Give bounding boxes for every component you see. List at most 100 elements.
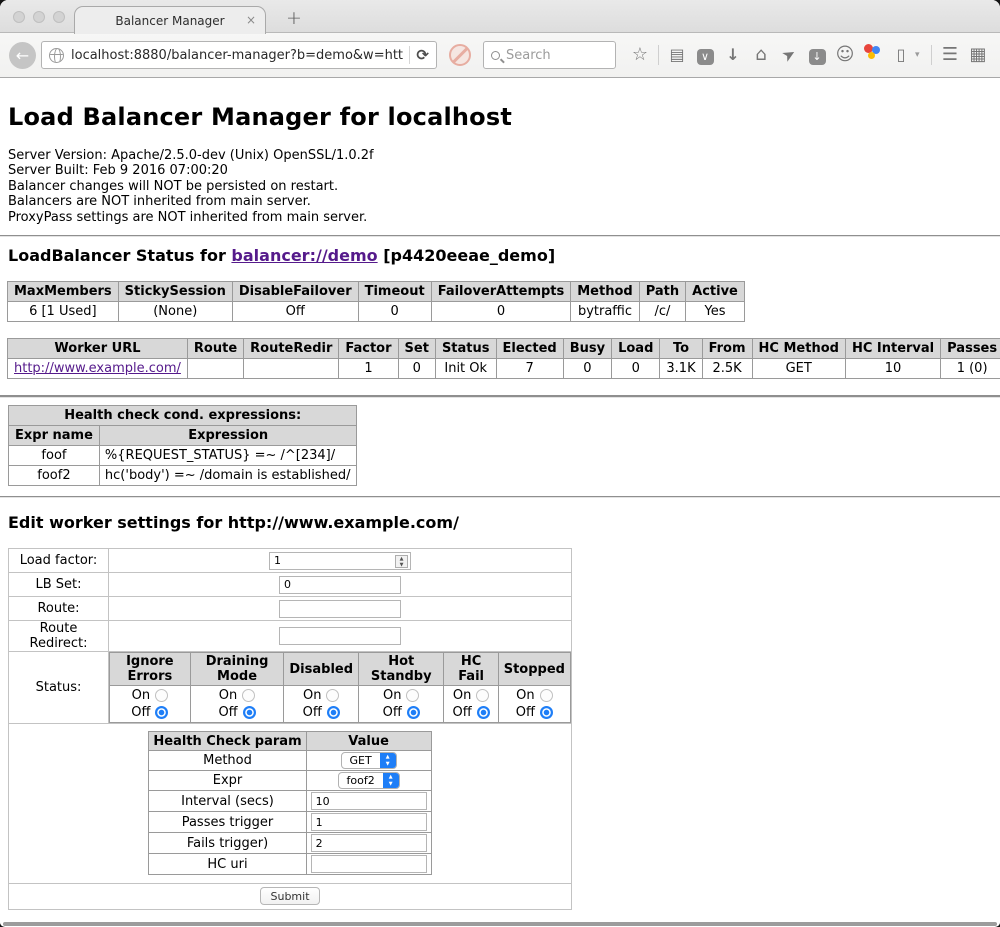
menu-hamburger-icon[interactable]: ☰ bbox=[936, 41, 964, 69]
draining-mode-radios: On Off bbox=[190, 686, 284, 723]
proxypass-notice-line: ProxyPass settings are NOT inherited fro… bbox=[8, 210, 992, 225]
expr-select[interactable]: foof2▲▼ bbox=[338, 772, 400, 789]
table-row: 6 [1 Used] (None) Off 0 0 bytraffic /c/ … bbox=[8, 302, 745, 322]
window-controls[interactable] bbox=[13, 11, 65, 23]
reload-icon[interactable]: ⟳ bbox=[416, 46, 429, 64]
hot-standby-on-radio[interactable] bbox=[406, 689, 419, 702]
method-label: Method bbox=[149, 751, 306, 771]
health-check-params-table: Health Check param Value Method GET▲▼ Ex… bbox=[148, 731, 431, 875]
select-stepper-icon: ▲▼ bbox=[383, 772, 399, 789]
health-check-params-row: Health Check param Value Method GET▲▼ Ex… bbox=[9, 724, 572, 884]
chevron-down-icon[interactable]: ▾ bbox=[915, 50, 927, 60]
downloads-icon[interactable]: ↓ bbox=[719, 41, 747, 69]
worker-table: Worker URL Route RouteRedir Factor Set S… bbox=[7, 338, 1000, 379]
ignore-errors-off-radio[interactable] bbox=[155, 706, 168, 719]
lb-set-input[interactable] bbox=[279, 576, 401, 594]
worker-url-link[interactable]: http://www.example.com/ bbox=[14, 361, 181, 376]
balancer-demo-link[interactable]: balancer://demo bbox=[231, 246, 377, 265]
disabled-on-radio[interactable] bbox=[326, 689, 339, 702]
expr-label: Expr bbox=[149, 771, 306, 791]
navigation-toolbar: ← localhost:8880/balancer-manager?b=demo… bbox=[0, 33, 1000, 78]
zoom-window-button[interactable] bbox=[53, 11, 65, 23]
disabled-off-radio[interactable] bbox=[327, 706, 340, 719]
route-label: Route: bbox=[9, 597, 109, 621]
inherit-notice-line: Balancers are NOT inherited from main se… bbox=[8, 194, 992, 209]
status-options-table: Ignore Errors Draining Mode Disabled Hot… bbox=[109, 652, 571, 723]
passes-row: Passes trigger bbox=[149, 812, 431, 833]
adblock-disabled-icon[interactable] bbox=[449, 44, 471, 66]
load-factor-label: Load factor: bbox=[9, 549, 109, 573]
stopped-on-radio[interactable] bbox=[540, 689, 553, 702]
ignore-errors-radios: On Off bbox=[110, 686, 191, 723]
select-stepper-icon: ▲▼ bbox=[380, 752, 396, 769]
stopped-off-radio[interactable] bbox=[540, 706, 553, 719]
hc-uri-row: HC uri bbox=[149, 854, 431, 875]
minimize-window-button[interactable] bbox=[33, 11, 45, 23]
sidebar-panel-icon[interactable]: ▯ bbox=[887, 41, 915, 69]
table-header-row: MaxMembers StickySession DisableFailover… bbox=[8, 282, 745, 302]
hot-standby-radios: On Off bbox=[359, 686, 444, 723]
table-header-row: Expr name Expression bbox=[9, 426, 357, 446]
draining-mode-on-radio[interactable] bbox=[242, 689, 255, 702]
disabled-radios: On Off bbox=[284, 686, 359, 723]
status-radio-row: On Off On Off On Off bbox=[110, 686, 571, 723]
table-header-row: Worker URL Route RouteRedir Factor Set S… bbox=[8, 339, 1000, 359]
site-identity-globe-icon[interactable] bbox=[49, 48, 64, 63]
home-icon[interactable]: ⌂ bbox=[747, 41, 775, 69]
url-text[interactable]: localhost:8880/balancer-manager?b=demo&w… bbox=[71, 48, 403, 63]
persist-notice-line: Balancer changes will NOT be persisted o… bbox=[8, 179, 992, 194]
ignore-errors-on-radio[interactable] bbox=[155, 689, 168, 702]
load-factor-input[interactable] bbox=[269, 552, 411, 570]
search-placeholder[interactable]: Search bbox=[506, 48, 551, 63]
pocket-icon[interactable]: ∨ bbox=[691, 41, 719, 69]
method-select[interactable]: GET▲▼ bbox=[341, 752, 397, 769]
close-window-button[interactable] bbox=[13, 11, 25, 23]
route-input[interactable] bbox=[279, 600, 401, 618]
bottom-divider bbox=[3, 922, 997, 926]
server-built-line: Server Built: Feb 9 2016 07:00:20 bbox=[8, 163, 992, 178]
submit-button[interactable]: Submit bbox=[260, 887, 319, 905]
load-factor-stepper[interactable]: ▲▼ bbox=[269, 552, 411, 570]
back-button[interactable]: ← bbox=[9, 42, 36, 69]
tab-balancer-manager[interactable]: Balancer Manager × bbox=[74, 6, 266, 34]
fails-input[interactable] bbox=[311, 834, 427, 852]
number-stepper-icon[interactable]: ▲▼ bbox=[395, 555, 408, 568]
interval-row: Interval (secs) bbox=[149, 791, 431, 812]
interval-label: Interval (secs) bbox=[149, 791, 306, 812]
url-bar[interactable]: localhost:8880/balancer-manager?b=demo&w… bbox=[41, 41, 437, 69]
search-icon bbox=[491, 51, 500, 60]
stopped-radios: On Off bbox=[498, 686, 570, 723]
interval-input[interactable] bbox=[311, 792, 427, 810]
route-row: Route: bbox=[9, 597, 572, 621]
hc-fail-off-radio[interactable] bbox=[477, 706, 490, 719]
status-row: Status: Ignore Errors Draining Mode Disa… bbox=[9, 652, 572, 724]
browser-window: Balancer Manager × + ← localhost:8880/ba… bbox=[0, 0, 1000, 927]
toolbar-separator bbox=[658, 45, 659, 65]
hc-fail-on-radio[interactable] bbox=[476, 689, 489, 702]
hot-standby-off-radio[interactable] bbox=[407, 706, 420, 719]
load-factor-row: Load factor: ▲▼ bbox=[9, 549, 572, 573]
grid-journal-icon[interactable]: ▦ bbox=[964, 41, 992, 69]
save-to-device-icon[interactable]: ↓ bbox=[803, 41, 831, 69]
expr-row-foof: foof %{REQUEST_STATUS} =~ /^[234]/ bbox=[9, 446, 357, 466]
draining-mode-off-radio[interactable] bbox=[243, 706, 256, 719]
edit-worker-form: Load factor: ▲▼ LB Set: Route: Route Red… bbox=[8, 548, 572, 910]
tab-title: Balancer Manager bbox=[115, 14, 224, 28]
reading-list-icon[interactable]: ▤ bbox=[663, 41, 691, 69]
server-version-line: Server Version: Apache/2.5.0-dev (Unix) … bbox=[8, 148, 992, 163]
route-redirect-input[interactable] bbox=[279, 627, 401, 645]
extension-colordots-icon[interactable] bbox=[859, 41, 887, 69]
new-tab-button[interactable]: + bbox=[286, 7, 302, 29]
expr-row-foof2: foof2 hc('body') =~ /domain is establish… bbox=[9, 466, 357, 486]
tab-close-icon[interactable]: × bbox=[246, 13, 256, 27]
search-bar[interactable]: Search bbox=[483, 41, 616, 69]
edit-worker-heading: Edit worker settings for http://www.exam… bbox=[8, 513, 992, 532]
chat-smiley-icon[interactable]: ☺ bbox=[831, 41, 859, 69]
lb-set-label: LB Set: bbox=[9, 573, 109, 597]
toolbar-separator bbox=[931, 45, 932, 65]
bookmark-star-icon[interactable]: ☆ bbox=[626, 41, 654, 69]
hc-uri-input[interactable] bbox=[311, 855, 427, 873]
fails-row: Fails trigger) bbox=[149, 833, 431, 854]
page-content: Load Balancer Manager for localhost Serv… bbox=[0, 78, 1000, 926]
passes-input[interactable] bbox=[311, 813, 427, 831]
